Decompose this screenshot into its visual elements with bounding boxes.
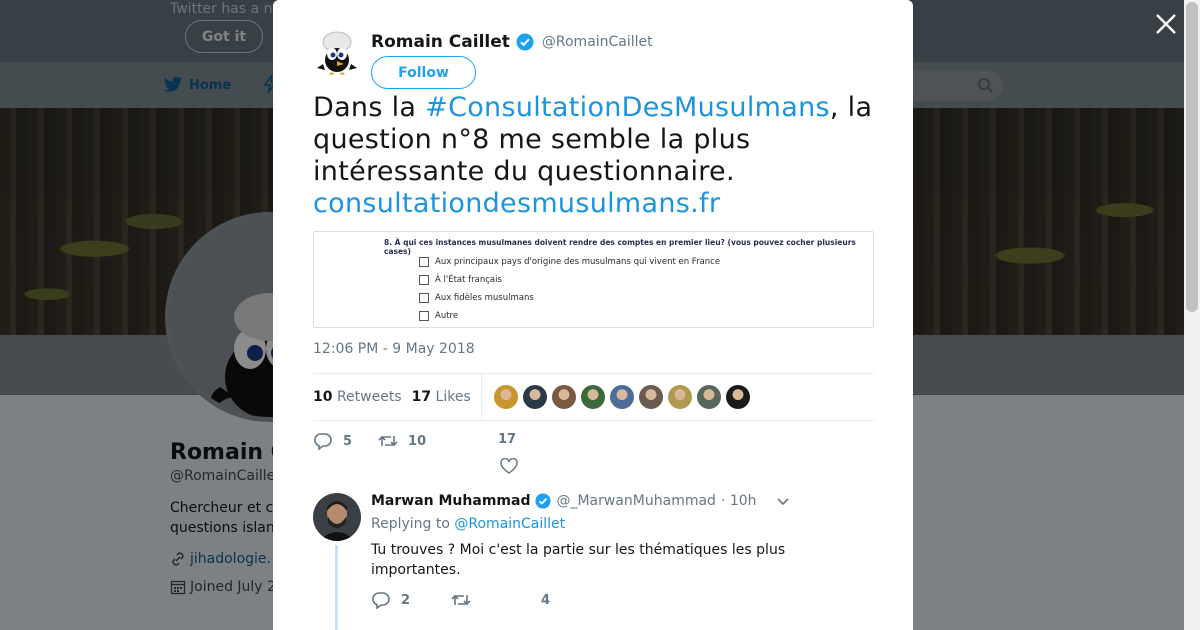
media-question: 8. À qui ces instances musulmanes doiven… [384, 238, 856, 256]
replying-prefix: Replying to [371, 516, 455, 532]
tweet-author[interactable]: Romain Caillet @RomainCaillet [371, 32, 653, 52]
replying-to: Replying to @RomainCaillet [371, 516, 565, 532]
reply-reply-count: 2 [401, 592, 411, 608]
reply-like-action[interactable]: 4 [541, 593, 550, 608]
tweet-text: Dans la #ConsultationDesMusulmans, la qu… [313, 92, 883, 220]
liker-avatar[interactable] [580, 385, 605, 409]
reply-author-name[interactable]: Marwan Muhammad [371, 493, 530, 509]
liker-avatar[interactable] [667, 385, 692, 409]
tweet-stats: 10 Retweets 17 Likes [313, 373, 874, 421]
reply-reply-action[interactable]: 2 [371, 591, 451, 609]
liker-avatar[interactable] [725, 385, 750, 409]
tweet-actions: 5 10 17 [313, 432, 518, 474]
likes-label: Likes [435, 389, 471, 405]
liker-avatar[interactable] [522, 385, 547, 409]
close-icon[interactable] [1154, 12, 1178, 36]
media-option-label: Aux fidèles musulmans [435, 293, 534, 303]
tweet-text-start: Dans la [313, 92, 426, 123]
reply-icon [314, 433, 332, 450]
author-avatar[interactable] [313, 28, 361, 76]
checkbox-icon [419, 257, 429, 267]
verified-badge-icon [516, 33, 534, 51]
thread-line [335, 545, 338, 630]
reply-like-count: 4 [541, 592, 551, 608]
reply-author-handle[interactable]: @_MarwanMuhammad [556, 493, 715, 509]
hashtag-link[interactable]: #ConsultationDesMusulmans [425, 92, 830, 123]
tweet-timestamp[interactable]: 12:06 PM - 9 May 2018 [313, 341, 475, 357]
chevron-down-icon[interactable] [776, 497, 790, 507]
liker-avatar[interactable] [638, 385, 663, 409]
page-scrollbar[interactable] [1184, 0, 1200, 630]
retweet-action[interactable]: 10 [378, 432, 426, 450]
media-option: Aux principaux pays d'origine des musulm… [419, 257, 720, 267]
liker-avatar[interactable] [493, 385, 518, 409]
retweet-icon [378, 435, 398, 447]
reply-author-avatar[interactable] [313, 493, 361, 541]
media-option-label: Aux principaux pays d'origine des musulm… [435, 257, 721, 267]
like-action[interactable]: 17 [498, 432, 528, 474]
checkbox-icon [419, 311, 429, 321]
reply-time[interactable]: · 10h [721, 493, 757, 509]
liker-avatars [493, 385, 750, 409]
follow-button[interactable]: Follow [371, 56, 476, 89]
scrollbar-thumb[interactable] [1186, 2, 1198, 312]
like-count: 17 [498, 432, 517, 447]
reply-retweet-action[interactable] [451, 591, 541, 609]
heart-icon [500, 458, 518, 474]
author-handle[interactable]: @RomainCaillet [542, 34, 653, 50]
media-option-label: Autre [435, 311, 459, 321]
retweets-stat[interactable]: 10 Retweets [313, 389, 402, 405]
stats-divider [480, 373, 482, 421]
tweet-modal: Romain Caillet @RomainCaillet Follow Dan… [273, 0, 913, 630]
retweet-icon [451, 594, 471, 606]
verified-badge-icon [535, 493, 552, 509]
reply-icon [372, 592, 390, 609]
reply-tweet[interactable]: Marwan Muhammad @_MarwanMuhammad · 10h R… [273, 487, 913, 630]
liker-avatar[interactable] [696, 385, 721, 409]
reply-header: Marwan Muhammad @_MarwanMuhammad · 10h [371, 493, 757, 509]
checkbox-icon [419, 275, 429, 285]
likes-count: 17 [411, 389, 432, 405]
reply-action[interactable]: 5 [313, 432, 352, 450]
reply-actions: 2 4 [371, 591, 550, 609]
replying-to-link[interactable]: @RomainCaillet [454, 516, 565, 532]
retweet-count: 10 [408, 433, 427, 449]
media-option: À l'État français [419, 275, 502, 285]
liker-avatar[interactable] [551, 385, 576, 409]
checkbox-icon [419, 293, 429, 303]
author-name[interactable]: Romain Caillet [371, 32, 510, 52]
url-link[interactable]: consultationdesmusulmans.fr [313, 188, 720, 219]
retweets-label: Retweets [336, 389, 402, 405]
media-option: Autre [419, 311, 458, 321]
reply-text: Tu trouves ? Moi c'est la partie sur les… [371, 542, 786, 578]
tweet-media-image[interactable]: 8. À qui ces instances musulmanes doiven… [313, 231, 874, 328]
media-option: Aux fidèles musulmans [419, 293, 534, 303]
liker-avatar[interactable] [609, 385, 634, 409]
retweets-count: 10 [313, 389, 333, 405]
likes-stat[interactable]: 17 Likes [412, 389, 471, 405]
reply-count: 5 [343, 433, 353, 449]
media-option-label: À l'État français [435, 275, 502, 285]
